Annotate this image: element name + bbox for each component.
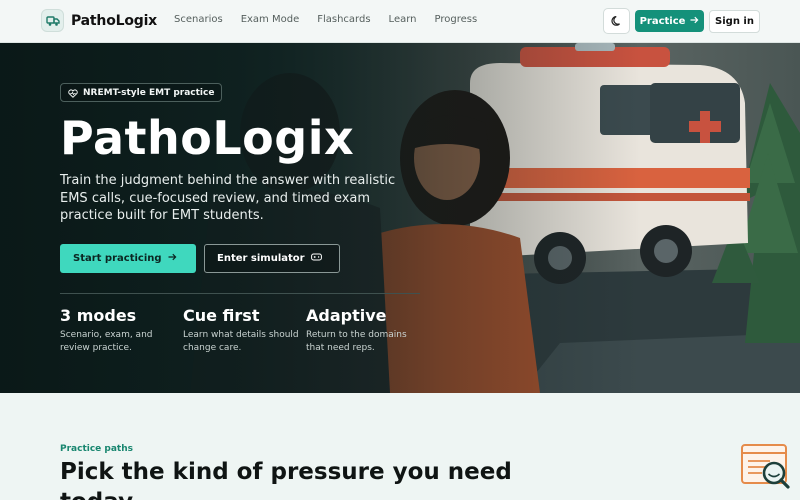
stat-description: Return to the domains that need reps. xyxy=(306,330,407,353)
enter-simulator-label: Enter simulator xyxy=(217,253,305,264)
hero-section: NREMT-style EMT practice PathoLogix Trai… xyxy=(0,43,800,393)
search-doc-icon xyxy=(741,444,790,489)
help-widget-button[interactable] xyxy=(740,443,790,491)
practice-button-label: Practice xyxy=(639,15,686,27)
nav-links: Scenarios Exam Mode Flashcards Learn Pro… xyxy=(174,14,477,25)
brand-logo[interactable]: PathoLogix xyxy=(41,9,157,32)
ambulance-icon xyxy=(41,9,64,32)
hero-title: PathoLogix xyxy=(60,111,355,165)
gamepad-icon xyxy=(310,253,322,264)
stat-description: Learn what details should change care. xyxy=(183,330,299,353)
top-navbar: PathoLogix Scenarios Exam Mode Flashcard… xyxy=(0,0,800,43)
moon-icon xyxy=(610,12,623,31)
hero-badge-text: NREMT-style EMT practice xyxy=(83,87,215,98)
stat-title: Adaptive xyxy=(306,306,387,325)
nav-link-progress[interactable]: Progress xyxy=(435,14,478,25)
stat-title: Cue first xyxy=(183,306,260,325)
arrow-right-icon xyxy=(168,253,177,264)
start-practicing-label: Start practicing xyxy=(73,253,162,264)
hero-badge: NREMT-style EMT practice xyxy=(60,83,223,102)
stat-title: 3 modes xyxy=(60,306,137,325)
nav-link-scenarios[interactable]: Scenarios xyxy=(174,14,223,25)
theme-toggle-button[interactable] xyxy=(603,8,630,34)
enter-simulator-button[interactable]: Enter simulator xyxy=(204,244,340,273)
section-kicker: Practice paths xyxy=(60,444,133,454)
nav-link-flashcards[interactable]: Flashcards xyxy=(317,14,370,25)
arrow-right-icon xyxy=(690,16,699,27)
section-title: Pick the kind of pressure you need today xyxy=(60,459,512,500)
stat-adaptive: Adaptive Return to the domains that need… xyxy=(306,306,426,355)
sign-in-button[interactable]: Sign in xyxy=(709,10,760,33)
hero-divider xyxy=(60,293,420,294)
start-practicing-button[interactable]: Start practicing xyxy=(60,244,196,273)
stat-description: Scenario, exam, and review practice. xyxy=(60,330,153,353)
nav-link-learn[interactable]: Learn xyxy=(389,14,417,25)
stat-modes: 3 modes Scenario, exam, and review pract… xyxy=(60,306,180,355)
brand-name: PathoLogix xyxy=(71,12,157,29)
practice-button[interactable]: Practice xyxy=(635,10,704,32)
stat-cue-first: Cue first Learn what details should chan… xyxy=(183,306,303,355)
nav-link-exam-mode[interactable]: Exam Mode xyxy=(241,14,300,25)
hero-description: Train the judgment behind the answer wit… xyxy=(60,173,396,223)
heart-pulse-icon xyxy=(68,83,78,102)
